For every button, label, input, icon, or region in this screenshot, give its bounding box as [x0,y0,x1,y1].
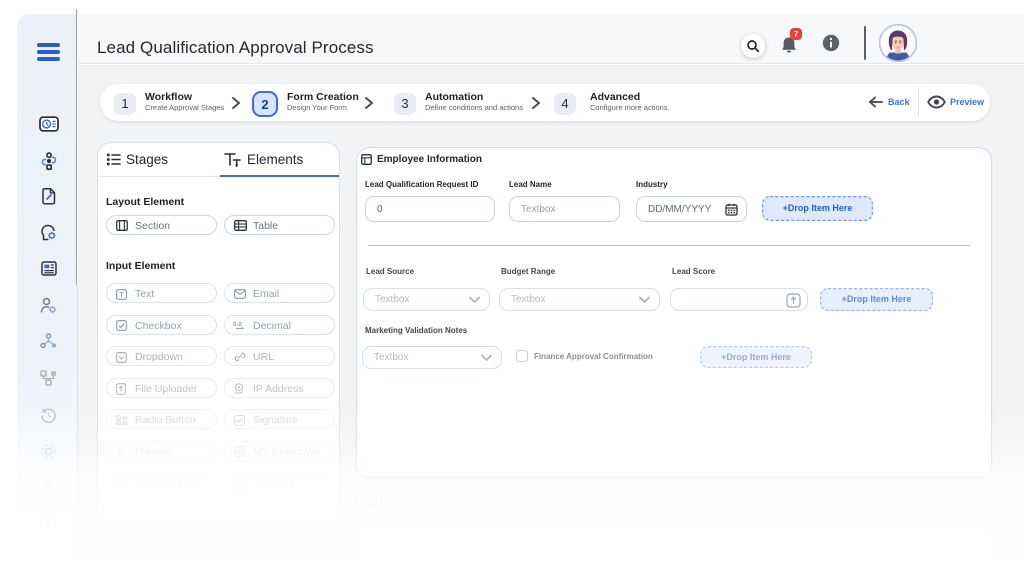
svg-text:T: T [119,290,124,299]
svg-text:#: # [119,447,125,457]
svg-text:0.0: 0.0 [233,321,242,328]
